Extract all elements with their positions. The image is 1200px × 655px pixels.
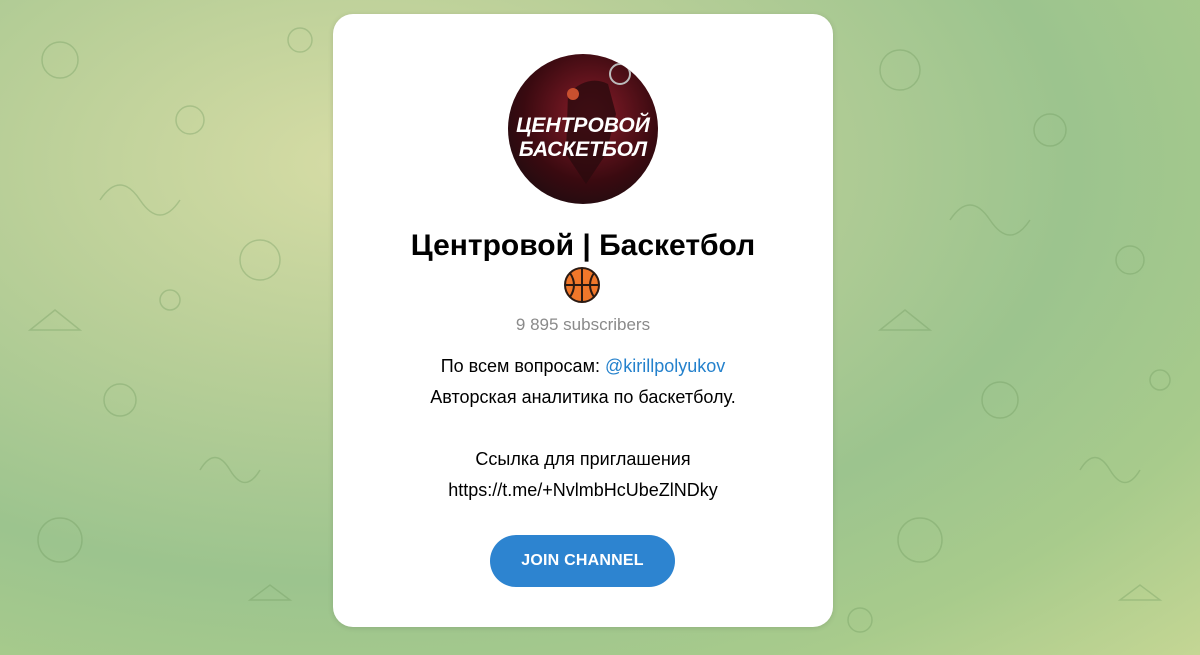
contact-username-link[interactable]: @kirillpolyukov (605, 356, 725, 376)
join-channel-button[interactable]: JOIN CHANNEL (490, 535, 675, 587)
description-line: Авторская аналитика по баскетболу. (430, 387, 736, 407)
channel-avatar: ЦЕНТРОВОЙ БАСКЕТБОЛ (508, 54, 658, 204)
avatar-text-line1: ЦЕНТРОВОЙ (516, 113, 651, 137)
description-contact-line: По всем вопросам: @kirillpolyukov (333, 351, 833, 382)
channel-avatar-image: ЦЕНТРОВОЙ БАСКЕТБОЛ (516, 63, 651, 184)
description-contact-prefix: По всем вопросам: (440, 356, 605, 376)
description-invite-url: https://t.me/+NvlmbHcUbeZlNDky (448, 480, 718, 500)
description-invite-label: Ссылка для приглашения (475, 449, 691, 469)
description-empty-line (333, 413, 833, 444)
channel-title: Центровой | Баскетбол (410, 229, 756, 262)
channel-description: По всем вопросам: @kirillpolyukov Авторс… (333, 351, 833, 506)
channel-card: ЦЕНТРОВОЙ БАСКЕТБОЛ Центровой | Баскетбо… (333, 14, 833, 627)
avatar-text-line2: БАСКЕТБОЛ (519, 138, 648, 161)
subscriber-count: 9 895 subscribers (515, 315, 651, 334)
basketball-icon (564, 267, 600, 303)
